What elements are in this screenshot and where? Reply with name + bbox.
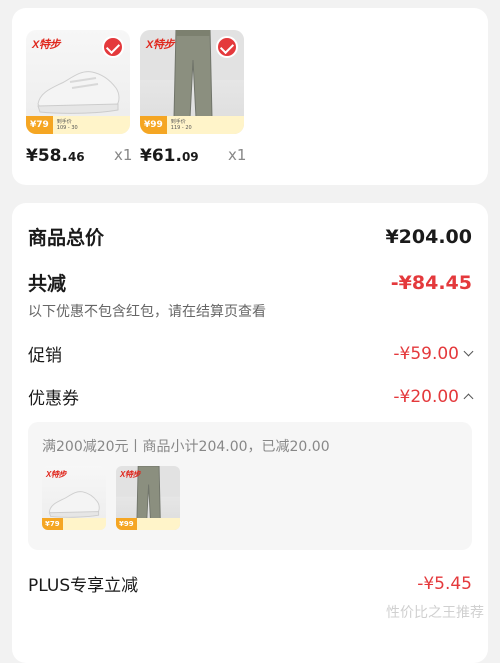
price-badge: ¥99 <box>140 116 167 134</box>
product-quantity: x1 <box>228 146 247 164</box>
coupon-row[interactable]: 优惠券 -¥20.00 <box>28 384 474 409</box>
selected-products-card: X特步 ¥79 到手价 109 - 30 ¥58.46 x1 X特步 ¥99 到手… <box>12 8 488 185</box>
coupon-label: 优惠券 <box>28 389 79 409</box>
plus-label: PLUS专享立减 <box>28 576 139 596</box>
promo-value[interactable]: -¥59.00 <box>393 344 474 364</box>
total-value: ¥204.00 <box>385 225 472 248</box>
coupon-product-pants[interactable]: X特步 ¥99 <box>116 466 180 530</box>
selected-check-icon[interactable] <box>216 36 238 58</box>
watermark: 性价比之王推荐 <box>386 605 484 621</box>
total-row: 商品总价 ¥204.00 <box>28 223 472 250</box>
product-price: ¥61.09 <box>140 146 199 166</box>
chevron-up-icon <box>463 393 474 404</box>
discount-note: 以下优惠不包含红包，请在结算页查看 <box>28 304 266 320</box>
brand-logo: X特步 <box>120 470 140 479</box>
reduce-row: 共减 -¥84.45 <box>28 269 472 296</box>
price-badge: ¥99 <box>116 518 137 530</box>
total-label: 商品总价 <box>28 227 105 249</box>
price-strip: ¥99 到手价 119 - 20 <box>140 116 244 134</box>
price-badge: ¥79 <box>26 116 53 134</box>
coupon-value[interactable]: -¥20.00 <box>393 387 474 407</box>
selected-check-icon[interactable] <box>102 36 124 58</box>
price-badge: ¥79 <box>42 518 63 530</box>
price-strip: ¥79 到手价 109 - 30 <box>26 116 130 134</box>
plus-row: PLUS专享立减 -¥5.45 <box>28 571 472 597</box>
promo-label: 促销 <box>28 346 62 366</box>
coupon-detail-box: 满200减20元丨商品小计204.00，已减20.00 X特步 ¥79 X特步 … <box>28 422 472 550</box>
product-quantity: x1 <box>114 146 133 164</box>
brand-logo: X特步 <box>146 39 174 51</box>
product-thumbnail-pants[interactable]: X特步 ¥99 到手价 119 - 20 <box>140 30 244 134</box>
promo-row[interactable]: 促销 -¥59.00 <box>28 341 474 366</box>
brand-logo: X特步 <box>46 470 66 479</box>
product-price: ¥58.46 <box>26 146 85 166</box>
coupon-detail-text: 满200减20元丨商品小计204.00，已减20.00 <box>42 439 330 455</box>
coupon-product-shoe[interactable]: X特步 ¥79 <box>42 466 106 530</box>
reduce-label: 共减 <box>28 273 67 295</box>
price-summary-card: 商品总价 ¥204.00 共减 -¥84.45 以下优惠不包含红包，请在结算页查… <box>12 203 488 663</box>
chevron-down-icon <box>463 346 474 357</box>
brand-logo: X特步 <box>32 39 60 51</box>
product-thumbnail-shoe[interactable]: X特步 ¥79 到手价 109 - 30 <box>26 30 130 134</box>
plus-value: -¥5.45 <box>417 573 472 594</box>
reduce-value: -¥84.45 <box>390 271 472 294</box>
